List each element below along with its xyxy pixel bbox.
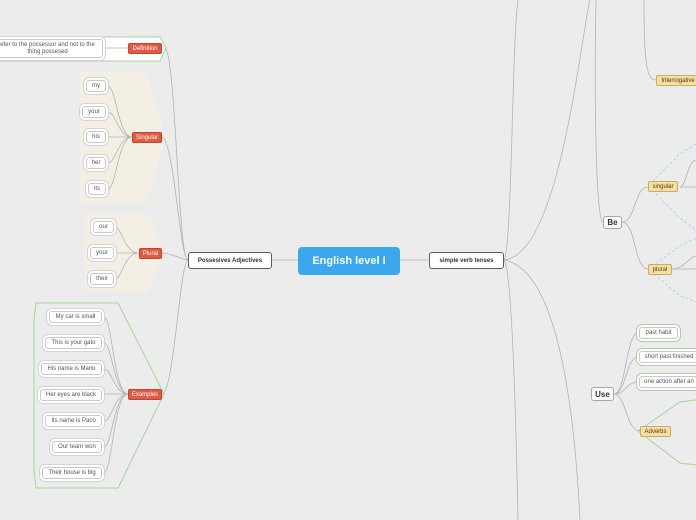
example-item[interactable]: Its name is Paco (45, 415, 102, 427)
use-topic[interactable]: Use (591, 387, 614, 401)
example-item[interactable]: Our team won (52, 441, 102, 453)
singular-topic[interactable]: Singular (132, 132, 162, 143)
example-item[interactable]: My car is small (49, 311, 102, 323)
interrogative-topic[interactable]: Interrogative (656, 75, 696, 86)
plural-item[interactable]: your (90, 247, 114, 259)
mind-map-canvas[interactable]: English level I Possesives Adjectives si… (0, 0, 696, 520)
use-item[interactable]: past habit (639, 327, 678, 339)
singular-item[interactable]: its (88, 183, 106, 195)
simple-verb-tenses-topic[interactable]: simple verb tenses (429, 252, 504, 269)
example-item[interactable]: This is your gato (45, 337, 102, 349)
be-singular-topic[interactable]: singular (648, 181, 678, 192)
plural-topic[interactable]: Plural (139, 248, 162, 259)
singular-item[interactable]: my (86, 80, 106, 92)
use-item[interactable]: short past finished (639, 351, 696, 363)
be-plural-topic[interactable]: plural (648, 264, 672, 275)
singular-item[interactable]: his (86, 131, 106, 143)
singular-item[interactable]: her (86, 157, 106, 169)
example-item[interactable]: Her eyes are black (40, 389, 102, 401)
definition-topic[interactable]: Definition (128, 43, 162, 54)
singular-item[interactable]: your (82, 106, 106, 118)
central-topic[interactable]: English level I (298, 247, 400, 275)
adverbs-topic[interactable]: Adverbs (640, 426, 671, 437)
possessive-adjectives-topic[interactable]: Possesives Adjectives (188, 252, 272, 269)
example-item[interactable]: His name is Mario (41, 363, 102, 375)
example-item[interactable]: Their house is big (42, 467, 102, 479)
use-item[interactable]: one action after an (639, 376, 696, 388)
examples-topic[interactable]: Examples (128, 389, 162, 400)
plural-item[interactable]: their (90, 273, 114, 285)
plural-item[interactable]: our (93, 221, 114, 233)
be-topic[interactable]: Be (603, 216, 622, 229)
definition-text[interactable]: efer to the possessor and not to the thi… (0, 39, 103, 58)
